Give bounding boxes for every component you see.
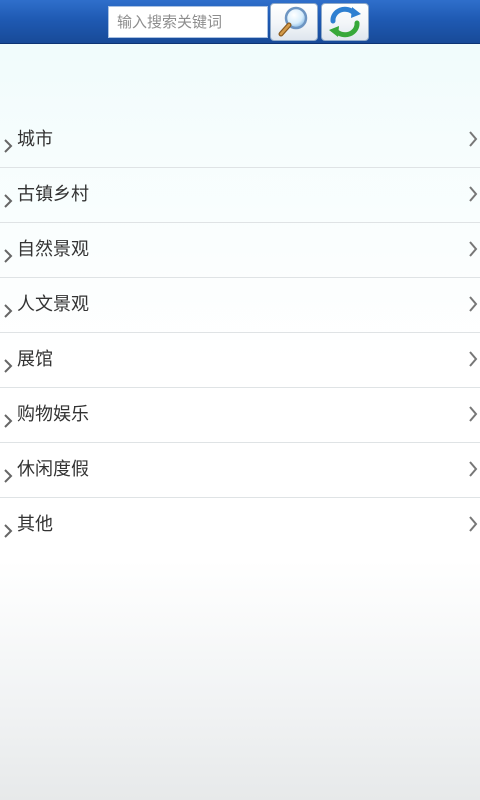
list-item-label: 其他 — [17, 514, 53, 535]
top-bar — [0, 0, 480, 44]
category-list: 城市 古镇乡村 自然景观 人文景观 展馆 购物娱乐 休闲度假 其他 — [0, 113, 480, 552]
list-item[interactable]: 城市 — [0, 113, 480, 168]
list-item[interactable]: 展馆 — [0, 333, 480, 388]
search-button[interactable] — [270, 3, 318, 41]
list-item[interactable]: 其他 — [0, 498, 480, 552]
chevron-right-icon — [4, 359, 13, 373]
chevron-right-icon — [469, 131, 478, 147]
chevron-right-icon — [469, 241, 478, 257]
refresh-icon — [329, 6, 361, 38]
chevron-right-icon — [4, 524, 13, 538]
chevron-right-icon — [469, 461, 478, 477]
chevron-right-icon — [469, 406, 478, 422]
chevron-right-icon — [469, 351, 478, 367]
chevron-right-icon — [469, 186, 478, 202]
list-item[interactable]: 人文景观 — [0, 278, 480, 333]
list-item-label: 休闲度假 — [17, 459, 89, 480]
magnifier-icon — [278, 6, 308, 37]
chevron-right-icon — [469, 296, 478, 312]
list-item[interactable]: 古镇乡村 — [0, 168, 480, 223]
chevron-right-icon — [469, 516, 478, 532]
list-item-label: 展馆 — [17, 349, 53, 370]
list-item[interactable]: 自然景观 — [0, 223, 480, 278]
chevron-right-icon — [4, 194, 13, 208]
list-item-label: 城市 — [17, 129, 53, 150]
list-item[interactable]: 购物娱乐 — [0, 388, 480, 443]
search-input[interactable] — [108, 6, 268, 38]
list-item[interactable]: 休闲度假 — [0, 443, 480, 498]
chevron-right-icon — [4, 469, 13, 483]
chevron-right-icon — [4, 304, 13, 318]
chevron-right-icon — [4, 139, 13, 153]
list-item-label: 人文景观 — [17, 294, 89, 315]
list-item-label: 古镇乡村 — [17, 184, 89, 205]
chevron-right-icon — [4, 414, 13, 428]
list-item-label: 购物娱乐 — [17, 404, 89, 425]
list-item-label: 自然景观 — [17, 239, 89, 260]
chevron-right-icon — [4, 249, 13, 263]
refresh-button[interactable] — [321, 3, 369, 41]
